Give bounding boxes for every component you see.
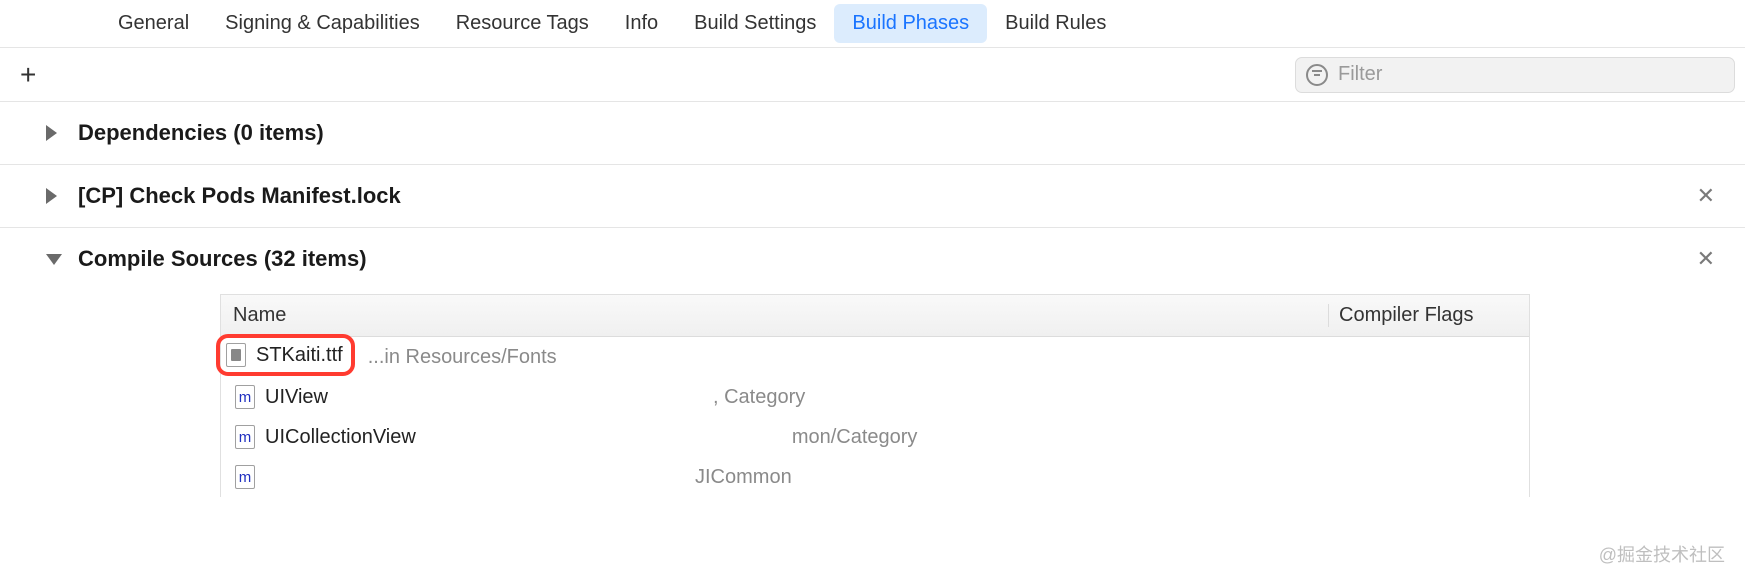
file-name: UIView: [265, 386, 328, 409]
remove-phase-button[interactable]: ✕: [1697, 183, 1715, 209]
watermark: @掘金技术社区: [1599, 541, 1725, 567]
tab-signing-capabilities[interactable]: Signing & Capabilities: [207, 4, 438, 43]
filter-box[interactable]: [1295, 57, 1735, 93]
tab-resource-tags[interactable]: Resource Tags: [438, 4, 607, 43]
phase-dependencies[interactable]: Dependencies (0 items): [0, 102, 1745, 165]
tab-info[interactable]: Info: [607, 4, 676, 43]
compile-sources-table: Name Compiler Flags STKaiti.ttf STKaiti.…: [220, 294, 1530, 497]
tab-build-phases[interactable]: Build Phases: [834, 4, 987, 43]
tab-build-settings[interactable]: Build Settings: [676, 4, 834, 43]
phase-title: Dependencies (0 items): [78, 120, 324, 146]
remove-phase-button[interactable]: ✕: [1697, 246, 1715, 272]
file-path: JICommon: [695, 466, 792, 489]
phase-title: Compile Sources (32 items): [78, 246, 367, 272]
objc-file-icon: [235, 385, 255, 409]
filter-icon: [1306, 64, 1328, 86]
disclosure-right-icon[interactable]: [46, 125, 57, 141]
font-file-icon: [226, 343, 246, 367]
objc-file-icon: [235, 465, 255, 489]
phase-compile-sources[interactable]: Compile Sources (32 items) ✕: [0, 228, 1745, 290]
phase-title: [CP] Check Pods Manifest.lock: [78, 183, 401, 209]
disclosure-right-icon[interactable]: [46, 188, 57, 204]
toolbar: +: [0, 48, 1745, 102]
phase-check-pods[interactable]: [CP] Check Pods Manifest.lock ✕: [0, 165, 1745, 228]
file-path: ...in Resources/Fonts: [368, 346, 557, 369]
tab-build-rules[interactable]: Build Rules: [987, 4, 1124, 43]
table-row[interactable]: UICollectionView mon/Category: [221, 417, 1529, 457]
table-header: Name Compiler Flags: [221, 295, 1529, 337]
filter-input[interactable]: [1338, 63, 1724, 86]
table-row[interactable]: JICommon: [221, 457, 1529, 497]
tabs-bar: General Signing & Capabilities Resource …: [0, 0, 1745, 48]
file-name: UICollectionView: [265, 426, 416, 449]
table-row[interactable]: STKaiti.ttf STKaiti.ttf ...in Resources/…: [221, 337, 1529, 377]
column-compiler-flags[interactable]: Compiler Flags: [1329, 304, 1529, 327]
tab-general[interactable]: General: [100, 4, 207, 43]
disclosure-down-icon[interactable]: [46, 254, 62, 265]
file-path: , Category: [713, 386, 805, 409]
phases-list: Dependencies (0 items) [CP] Check Pods M…: [0, 102, 1745, 497]
highlight-annotation: STKaiti.ttf: [216, 334, 355, 376]
table-row[interactable]: UIView , Category: [221, 377, 1529, 417]
column-name[interactable]: Name: [221, 304, 1329, 327]
objc-file-icon: [235, 425, 255, 449]
file-path: mon/Category: [792, 426, 918, 449]
file-name: STKaiti.ttf: [256, 344, 343, 367]
add-phase-button[interactable]: +: [14, 59, 42, 91]
